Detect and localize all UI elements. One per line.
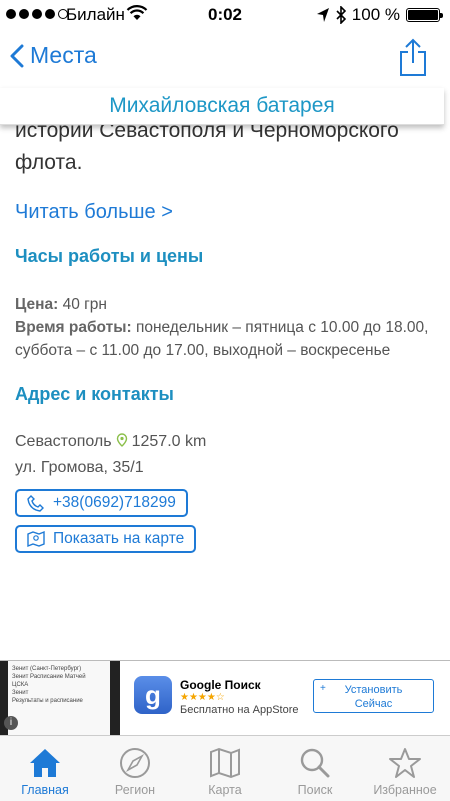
- plus-icon: +: [320, 683, 326, 694]
- map-icon: [210, 747, 240, 779]
- ad-thumbnail-text: Зенит (Санкт-Петербург) Зенит Расписание …: [8, 661, 110, 736]
- ad-install-button[interactable]: + Установить Сейчас: [313, 679, 434, 713]
- battery-icon: [406, 8, 443, 22]
- place-details: истории Севастополя и Черноморского флот…: [15, 115, 440, 553]
- hours-prices-heading: Часы работы и цены: [15, 246, 204, 266]
- address-contacts-heading: Адрес и контакты: [15, 384, 174, 404]
- ad-thumbnail-line: Зенит Расписание Матчей: [12, 674, 86, 680]
- price-label: Цена:: [15, 296, 59, 313]
- compass-icon: [120, 748, 150, 778]
- show-on-map-label: Показать на карте: [53, 530, 185, 547]
- star-icon: [389, 748, 421, 778]
- ad-thumbnail-line: ЦСКА: [12, 682, 29, 688]
- ad-subtitle: Бесплатно на AppStore: [180, 704, 299, 716]
- home-icon: [30, 749, 60, 777]
- ad-banner[interactable]: Зенит (Санкт-Петербург) Зенит Расписание …: [0, 660, 450, 736]
- bluetooth-icon: [336, 6, 346, 24]
- location-arrow-icon: [316, 8, 329, 22]
- chevron-left-icon: [10, 44, 24, 67]
- distance-value: 1257.0 km: [131, 433, 207, 450]
- google-search-app-icon: g: [134, 676, 172, 714]
- tab-bar: Главная Регион Карта Поиск Избранное: [0, 735, 450, 801]
- share-icon[interactable]: [398, 38, 428, 78]
- ad-thumbnail-line: Результаты и расписание: [12, 698, 83, 704]
- read-more-link[interactable]: Читать больше >: [15, 201, 440, 224]
- navigation-bar: Места: [0, 30, 450, 88]
- tab-region[interactable]: Регион: [90, 736, 180, 801]
- tab-favorites-label: Избранное: [373, 783, 437, 797]
- phone-number: +38(0692)718299: [53, 494, 176, 511]
- show-on-map-button[interactable]: Показать на карте: [15, 525, 197, 553]
- back-button[interactable]: Места: [10, 42, 97, 69]
- phone-button[interactable]: +38(0692)718299: [15, 489, 188, 517]
- address-info: Севастополь 1257.0 km ул. Громова, 35/1: [15, 429, 440, 481]
- search-icon: [300, 748, 330, 778]
- tab-map-label: Карта: [208, 783, 242, 797]
- back-button-label: Места: [30, 42, 97, 68]
- tab-home-label: Главная: [21, 783, 69, 797]
- tab-search[interactable]: Поиск: [270, 736, 360, 801]
- price-value: 40 грн: [62, 296, 107, 313]
- tab-map[interactable]: Карта: [180, 736, 270, 801]
- ad-rating-stars: ★★★★☆: [180, 692, 225, 703]
- street-address: ул. Громова, 35/1: [15, 459, 144, 476]
- map-icon: [27, 530, 45, 548]
- location-pin-icon: [116, 433, 127, 447]
- ad-app-name: Google Поиск: [180, 678, 261, 692]
- battery-percent: 100 %: [351, 5, 400, 24]
- install-line-2: Сейчас: [354, 698, 393, 710]
- tab-search-label: Поиск: [297, 783, 333, 797]
- page-title: Михайловская батарея: [0, 88, 444, 125]
- install-line-1: Установить: [344, 684, 403, 696]
- ad-thumbnail-line: Зенит (Санкт-Петербург): [12, 666, 82, 672]
- status-bar: Билайн 0:02 100 %: [0, 0, 450, 30]
- tab-region-label: Регион: [114, 783, 156, 797]
- ad-thumbnail-line: Зенит: [12, 690, 29, 696]
- city-name: Севастополь: [15, 433, 112, 450]
- hours-label: Время работы:: [15, 319, 132, 336]
- hours-info: Цена: 40 грн Время работы: понедельник –…: [15, 293, 440, 362]
- phone-icon: [27, 495, 44, 512]
- tab-favorites[interactable]: Избранное: [360, 736, 450, 801]
- ad-info-icon[interactable]: i: [4, 716, 18, 730]
- ad-thumbnail: Зенит (Санкт-Петербург) Зенит Расписание …: [0, 661, 120, 736]
- tab-home[interactable]: Главная: [0, 736, 90, 801]
